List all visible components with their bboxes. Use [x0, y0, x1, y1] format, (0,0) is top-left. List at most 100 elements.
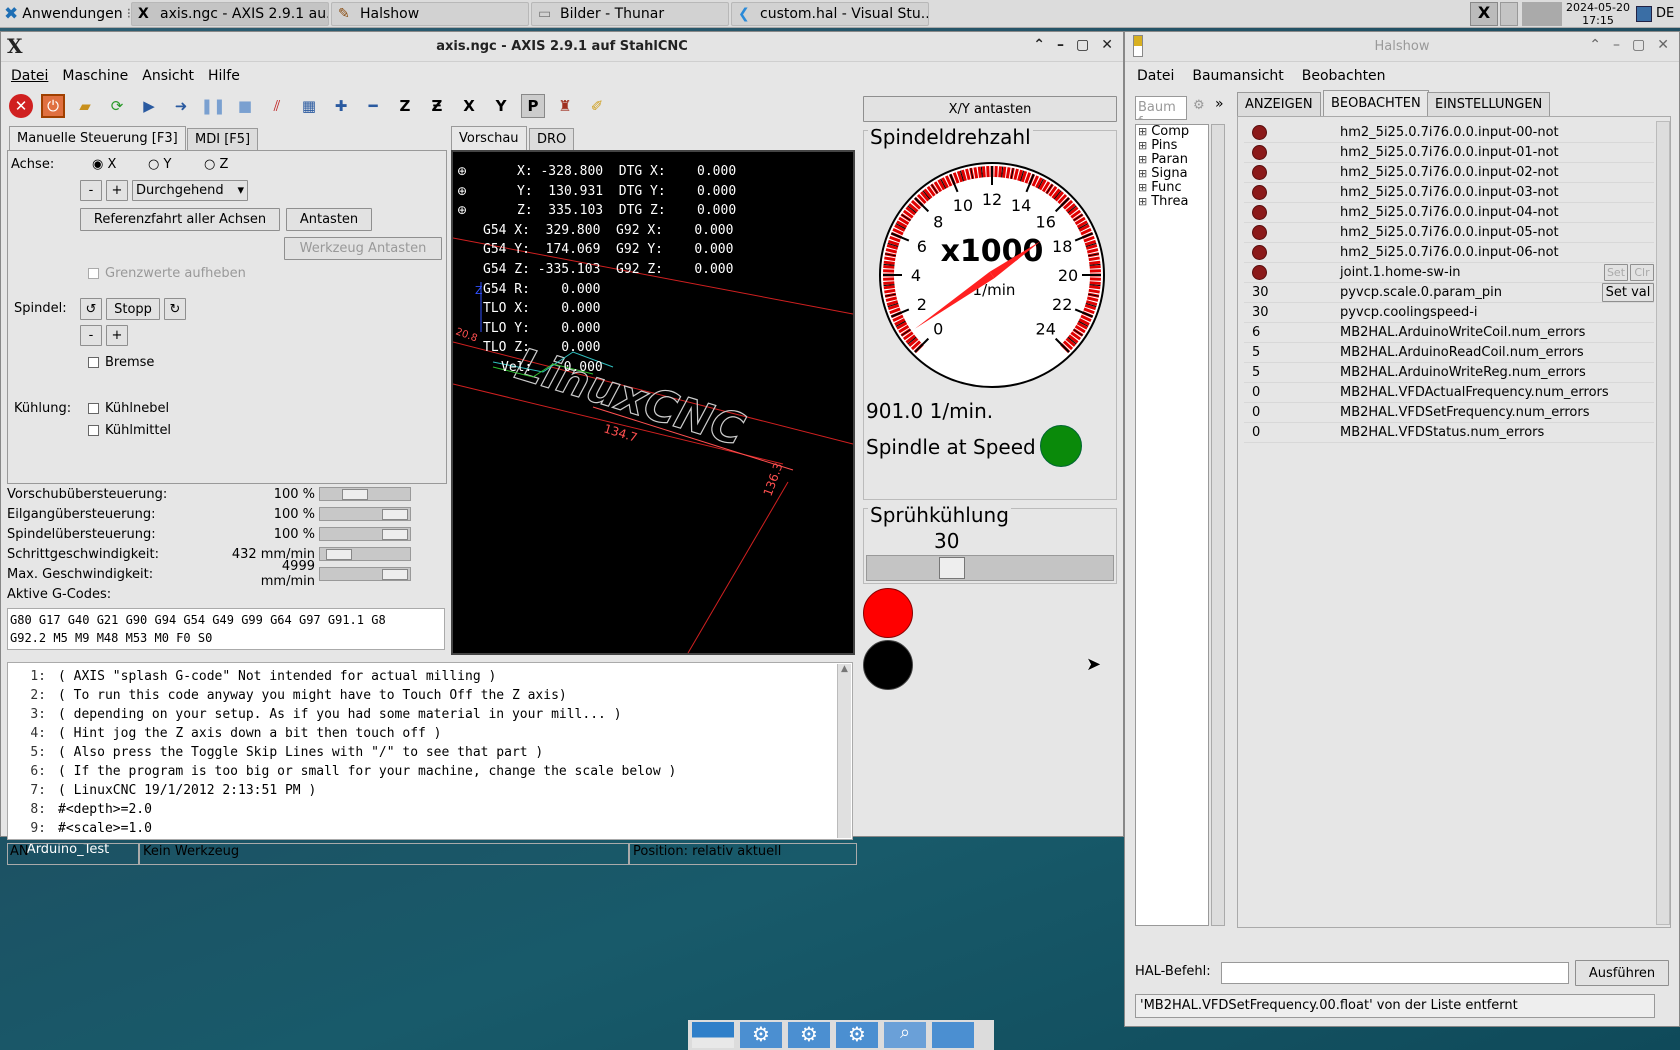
preview-canvas[interactable]: 134.7 136.3 20.8 Z LinuxCNC ⊕ ⊕ ⊕ X: -328.… — [451, 150, 855, 655]
workspace-2[interactable] — [1500, 2, 1518, 26]
slider-handle[interactable] — [382, 569, 408, 580]
set-value-button[interactable]: Set val — [1602, 283, 1654, 302]
folder-icon[interactable] — [932, 1022, 974, 1048]
minimize-icon[interactable]: – — [1057, 37, 1064, 53]
tab-manual[interactable]: Manuelle Steuerung [F3] — [9, 126, 186, 150]
expand-box-icon[interactable]: ⊞ — [1138, 125, 1147, 139]
spindle-faster-button[interactable]: + — [106, 325, 128, 346]
task-vscode[interactable]: ❮ custom.hal - Visual Stu... — [731, 2, 929, 26]
watch-scrollbar[interactable] — [1656, 121, 1670, 925]
flood-checkbox[interactable]: Kühlmittel — [88, 423, 171, 438]
view-z2-icon[interactable]: Ƶ — [425, 94, 449, 118]
open-file-icon[interactable]: ▰ — [73, 94, 97, 118]
hal-tree[interactable]: ⊞ Comp ⊞ Pins ⊞ Paran ⊞ Signa ⊞ Func ⊞ Threa — [1135, 124, 1209, 926]
tab-anzeigen[interactable]: ANZEIGEN — [1237, 92, 1321, 116]
search-icon[interactable]: ⌕ — [884, 1022, 926, 1048]
jog-plus-button[interactable]: + — [106, 180, 128, 201]
probe-xy-button[interactable]: X/Y antasten — [863, 96, 1117, 122]
slider-handle[interactable] — [325, 549, 352, 560]
stop-icon[interactable]: ■ — [233, 94, 257, 118]
jog-minus-button[interactable]: - — [80, 180, 102, 201]
watch-row[interactable]: 0 MB2HAL.VFDStatus.num_errors — [1244, 423, 1654, 443]
slider-handle[interactable] — [382, 529, 408, 540]
skip-lines-icon[interactable]: ⫽ — [265, 94, 289, 118]
zoom-in-icon[interactable]: ✚ — [329, 94, 353, 118]
watch-row[interactable]: hm2_5i25.0.7i76.0.0.input-00-not — [1244, 123, 1654, 143]
menu-maschine[interactable]: Maschine — [62, 68, 128, 84]
shade-icon[interactable]: ⌃ — [1589, 37, 1601, 53]
keyboard-layout[interactable]: DE — [1656, 6, 1674, 21]
override-slider[interactable] — [319, 527, 411, 541]
power-icon[interactable]: ⏻ — [41, 94, 65, 118]
hal-command-input[interactable] — [1221, 962, 1569, 984]
halshow-titlebar[interactable]: Halshow ⌃ – ▢ ✕ — [1125, 32, 1679, 62]
workspace-1[interactable]: X — [1470, 2, 1498, 26]
spindle-ccw-icon[interactable]: ↺ — [80, 298, 102, 320]
tree-item[interactable]: ⊞ Signa — [1136, 167, 1208, 181]
axis-radio-x[interactable]: ◉ X — [92, 157, 116, 172]
touch-off-button[interactable]: Antasten — [286, 208, 372, 231]
spindle-cw-icon[interactable]: ↻ — [164, 298, 186, 320]
tree-item[interactable]: ⊞ Threa — [1136, 195, 1208, 209]
clear-plot-icon[interactable]: ✐ — [585, 94, 609, 118]
menu-datei[interactable]: Datei — [11, 68, 48, 84]
tree-search-input[interactable]: Baum f — [1135, 96, 1187, 120]
applications-menu[interactable]: ✖ Anwendungen ⁝ — [0, 2, 131, 26]
axis-radio-y[interactable]: ○ Y — [148, 157, 171, 172]
rotate-view-icon[interactable]: ♜ — [553, 94, 577, 118]
gcode-line[interactable]: 3: ( depending on your setup. As if you h… — [8, 705, 852, 724]
view-z-icon[interactable]: Z — [393, 94, 417, 118]
brake-checkbox[interactable]: Bremse — [88, 355, 154, 370]
close-icon[interactable]: ✕ — [1657, 37, 1669, 53]
view-p-icon[interactable]: P — [521, 94, 545, 118]
tab-einstellungen[interactable]: EINSTELLUNGEN — [1427, 92, 1551, 116]
slider-handle[interactable] — [382, 509, 408, 520]
step-icon[interactable]: ➜ — [169, 94, 193, 118]
watch-row[interactable]: 0 MB2HAL.VFDSetFrequency.num_errors — [1244, 403, 1654, 423]
task-axis[interactable]: Xaxis.ngc - AXIS 2.9.1 au... — [131, 2, 329, 26]
tree-item[interactable]: ⊞ Paran — [1136, 153, 1208, 167]
clear-button[interactable]: Clr — [1630, 264, 1654, 281]
spindle-slower-button[interactable]: - — [80, 325, 102, 346]
watch-row[interactable]: hm2_5i25.0.7i76.0.0.input-05-not — [1244, 223, 1654, 243]
watch-row[interactable]: hm2_5i25.0.7i76.0.0.input-02-not — [1244, 163, 1654, 183]
tree-item[interactable]: ⊞ Func — [1136, 181, 1208, 195]
network-icon[interactable] — [1636, 6, 1652, 22]
watch-row[interactable]: 0 MB2HAL.VFDActualFrequency.num_errors — [1244, 383, 1654, 403]
watch-row[interactable]: joint.1.home-sw-in Set Clr — [1244, 263, 1654, 283]
axis-titlebar[interactable]: X axis.ngc - AXIS 2.9.1 auf StahlCNC ⌃ – ▢… — [1, 32, 1123, 62]
gcode-line[interactable]: 2: ( To run this code anyway you might ha… — [8, 686, 852, 705]
show-desktop-icon[interactable] — [692, 1022, 734, 1048]
override-slider[interactable] — [319, 547, 411, 561]
gcode-line[interactable]: 6: ( If the program is too big or small f… — [8, 762, 852, 781]
expand-box-icon[interactable]: ⊞ — [1138, 181, 1147, 195]
pause-icon[interactable]: ❚❚ — [200, 94, 225, 118]
run-icon[interactable]: ▶ — [137, 94, 161, 118]
spray-cooling-slider[interactable] — [866, 555, 1114, 581]
maximize-icon[interactable]: ▢ — [1632, 37, 1645, 53]
run-command-button[interactable]: Ausführen — [1575, 960, 1669, 986]
jog-mode-select[interactable]: Durchgehend ▾ — [132, 180, 248, 201]
tree-scrollbar[interactable] — [1211, 124, 1225, 926]
watch-row[interactable]: 30 pyvcp.coolingspeed-i — [1244, 303, 1654, 323]
watch-row[interactable]: hm2_5i25.0.7i76.0.0.input-06-not — [1244, 243, 1654, 263]
settings-icon[interactable]: ⚙ — [836, 1022, 878, 1048]
view-x-icon[interactable]: X — [457, 94, 481, 118]
override-slider[interactable] — [319, 487, 411, 501]
expand-box-icon[interactable]: ⊞ — [1138, 153, 1147, 167]
scroll-up-icon[interactable]: ▲ — [838, 664, 851, 674]
tab-beobachten[interactable]: BEOBACHTEN — [1323, 90, 1429, 116]
tab-mdi[interactable]: MDI [F5] — [187, 128, 259, 150]
watch-row[interactable]: 5 MB2HAL.ArduinoReadCoil.num_errors — [1244, 343, 1654, 363]
gcode-listing[interactable]: 1: ( AXIS "splash G-code" Not intended fo… — [7, 662, 853, 840]
gcode-line[interactable]: 4: ( Hint jog the Z axis down a bit then … — [8, 724, 852, 743]
zoom-out-icon[interactable]: ━ — [361, 94, 385, 118]
gcode-line[interactable]: 9: #<scale>=1.0 — [8, 819, 852, 838]
task-halshow[interactable]: ✎ Halshow — [331, 2, 529, 26]
home-all-button[interactable]: Referenzfahrt aller Achsen — [80, 208, 280, 231]
settings-icon[interactable]: ⚙ — [740, 1022, 782, 1048]
expand-box-icon[interactable]: ⊞ — [1138, 139, 1147, 153]
watch-row[interactable]: 6 MB2HAL.ArduinoWriteCoil.num_errors — [1244, 323, 1654, 343]
shade-icon[interactable]: ⌃ — [1033, 37, 1045, 53]
slider-handle[interactable] — [938, 557, 965, 579]
